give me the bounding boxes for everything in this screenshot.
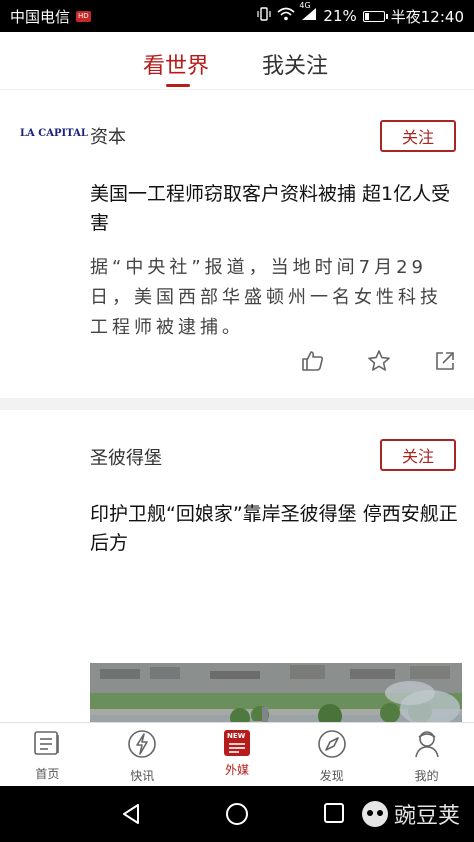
- carrier-name: 中国电信: [10, 7, 71, 26]
- status-left: 中国电信 HD: [10, 6, 91, 27]
- article-actions: [300, 348, 458, 374]
- nav-home[interactable]: 首页: [0, 723, 95, 786]
- new-badge-icon: NEW: [223, 729, 251, 757]
- active-tab-indicator: [166, 84, 190, 87]
- tab-following[interactable]: 我关注: [262, 48, 328, 80]
- warship-photo[interactable]: [90, 663, 462, 722]
- system-nav-bar: 豌豆荚: [0, 786, 474, 842]
- battery-icon: [362, 10, 388, 22]
- watermark: 豌豆荚: [361, 798, 460, 830]
- nav-mine[interactable]: 我的: [379, 723, 474, 786]
- news-card[interactable]: LA CAPITAL 资本 关注 美国一工程师窃取客户资料被捕 超1亿人受害 据…: [0, 90, 474, 398]
- status-right: 4G 21% 半夜12:40: [257, 1, 464, 27]
- status-bar: 中国电信 HD 4G 21% 半夜12:40: [0, 0, 474, 32]
- nav-label: 外媒: [224, 763, 249, 777]
- watermark-logo-icon: [361, 801, 388, 827]
- tab-world[interactable]: 看世界: [143, 48, 209, 80]
- nav-discover[interactable]: 发现: [284, 723, 379, 786]
- article-title[interactable]: 印护卫舰“回娘家”靠岸圣彼得堡 停西安舰正后方: [90, 500, 460, 558]
- share-icon[interactable]: [432, 348, 458, 374]
- nav-label: 我的: [414, 769, 439, 783]
- new-badge-text: NEW: [226, 732, 246, 740]
- follow-button[interactable]: 关注: [380, 120, 456, 152]
- wifi-icon: [277, 7, 295, 25]
- thumbs-up-icon[interactable]: [300, 348, 326, 374]
- nav-flash[interactable]: 快讯: [95, 723, 190, 786]
- watermark-text: 豌豆荚: [393, 804, 460, 829]
- source-name[interactable]: 资本: [90, 123, 126, 149]
- nav-label: 首页: [35, 767, 60, 781]
- home-circle-icon[interactable]: [225, 802, 249, 830]
- source-name[interactable]: 圣彼得堡: [90, 444, 162, 470]
- news-feed[interactable]: LA CAPITAL 资本 关注 美国一工程师窃取客户资料被捕 超1亿人受害 据…: [0, 90, 474, 722]
- article-title[interactable]: 美国一工程师窃取客户资料被捕 超1亿人受害: [90, 180, 460, 238]
- carrier-badge: HD: [76, 10, 91, 22]
- article-summary[interactable]: 据“中央社”报道，当地时间7月29日，美国西部华盛顿州一名女性科技工程师被逮捕。: [90, 253, 450, 343]
- nav-label: 快讯: [130, 769, 155, 783]
- top-tabs: 看世界 我关注: [0, 32, 474, 90]
- nav-foreign-media[interactable]: NEW 外媒: [190, 723, 285, 786]
- signal-icon: 4G: [299, 1, 317, 25]
- nav-label: 发现: [319, 769, 344, 783]
- follow-button[interactable]: 关注: [380, 439, 456, 471]
- bottom-nav: 首页 快讯 NEW 外媒 发现 我的: [0, 722, 474, 786]
- star-icon[interactable]: [366, 348, 392, 374]
- vibrate-icon: [257, 7, 272, 25]
- battery-percent: 21%: [323, 7, 357, 25]
- network-type: 4G: [299, 1, 311, 10]
- source-logo: LA CAPITAL: [20, 128, 88, 139]
- book-icon: [32, 729, 62, 761]
- person-icon: [412, 729, 442, 763]
- back-icon[interactable]: [120, 802, 142, 830]
- lightning-icon: [127, 729, 157, 763]
- clock: 半夜12:40: [390, 7, 464, 26]
- news-card[interactable]: 圣彼得堡 关注 印护卫舰“回娘家”靠岸圣彼得堡 停西安舰正后方: [0, 410, 474, 722]
- battery-level: [364, 12, 369, 20]
- compass-icon: [317, 729, 347, 763]
- recents-icon[interactable]: [323, 802, 345, 828]
